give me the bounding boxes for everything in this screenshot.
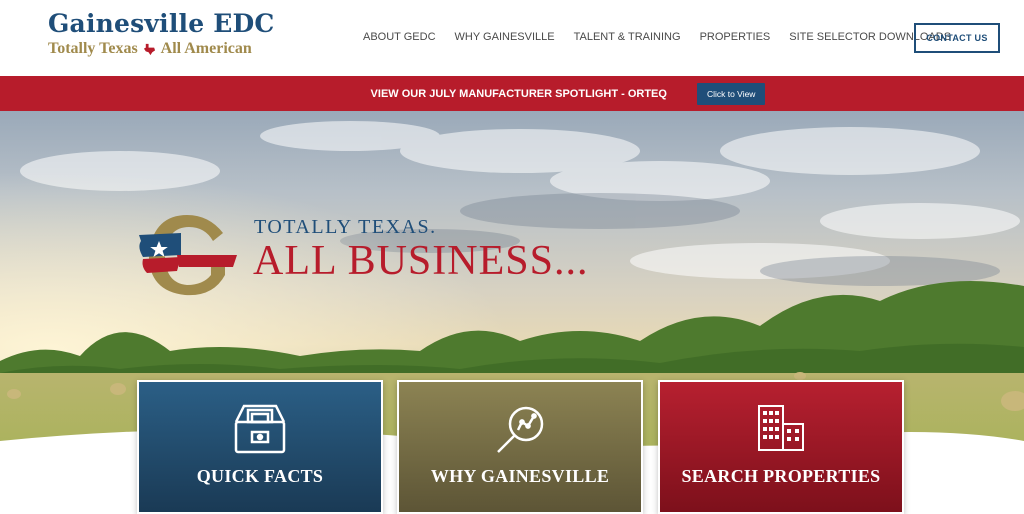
site-header: Gainesville EDC Totally Texas All Americ… bbox=[0, 0, 1024, 76]
hero-tagline-line1: TOTALLY TEXAS. bbox=[254, 216, 437, 238]
hero-g-flag-logo bbox=[139, 215, 237, 296]
logo-tagline-left: Totally Texas bbox=[48, 40, 138, 57]
texas-icon bbox=[143, 43, 155, 55]
quick-facts-label: QUICK FACTS bbox=[196, 466, 324, 486]
site-logo[interactable]: Gainesville EDC Totally Texas All Americ… bbox=[48, 10, 274, 58]
file-cabinet-icon bbox=[234, 404, 286, 454]
spotlight-banner: VIEW OUR JULY MANUFACTURER SPOTLIGHT - O… bbox=[0, 76, 1024, 111]
contact-us-button[interactable]: CONTACT US bbox=[914, 23, 1000, 53]
click-to-view-button[interactable]: Click to View bbox=[696, 82, 766, 105]
nav-about-gedc[interactable]: ABOUT GEDC bbox=[363, 31, 436, 43]
logo-tagline: Totally Texas All American bbox=[48, 40, 274, 58]
why-gainesville-label: WHY GAINESVILLE bbox=[430, 466, 610, 486]
search-properties-card[interactable]: SEARCH PROPERTIES bbox=[658, 380, 904, 514]
nav-why-gainesville[interactable]: WHY GAINESVILLE bbox=[455, 31, 555, 43]
nav-talent-training[interactable]: TALENT & TRAINING bbox=[574, 31, 681, 43]
why-gainesville-card[interactable]: WHY GAINESVILLE bbox=[397, 380, 643, 514]
buildings-icon bbox=[758, 405, 804, 451]
logo-tagline-right: All American bbox=[160, 40, 252, 57]
magnifier-chart-icon bbox=[497, 406, 544, 453]
main-nav: ABOUT GEDC WHY GAINESVILLE TALENT & TRAI… bbox=[363, 31, 970, 43]
logo-title: Gainesville EDC bbox=[48, 9, 275, 38]
search-properties-label: SEARCH PROPERTIES bbox=[681, 466, 881, 486]
hero-tagline-line2: ALL BUSINESS... bbox=[253, 238, 589, 284]
nav-properties[interactable]: PROPERTIES bbox=[700, 31, 771, 43]
quick-facts-card[interactable]: QUICK FACTS bbox=[137, 380, 383, 514]
banner-text: VIEW OUR JULY MANUFACTURER SPOTLIGHT - O… bbox=[370, 87, 667, 100]
